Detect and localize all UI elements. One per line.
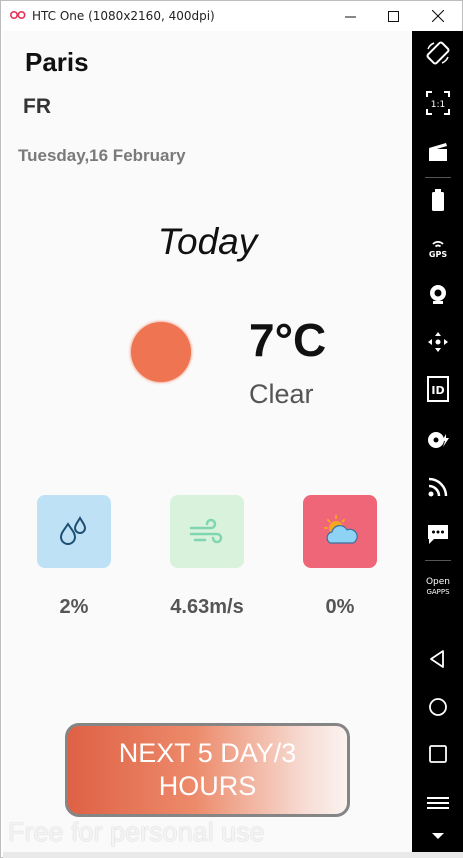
temperature: 7°C [249,314,327,366]
window-bottom-edge [3,852,463,858]
cloudiness-value: 0% [325,596,355,618]
wind-speed-value: 4.63m/s [170,596,244,618]
phone-screen: Paris FR Tuesday,16 February Today 7°C C… [3,31,412,852]
watermark: Free for personal use [8,817,265,847]
wind-icon [189,518,223,543]
city-name: Paris [25,47,89,77]
emulator-window: HTC One (1080x2160, 400dpi) Paris FR Tue… [0,0,463,858]
one-to-one-icon: 1:1 [425,91,450,115]
disk-io-button[interactable] [412,423,463,457]
recents-button[interactable] [412,737,463,771]
current-date: Tuesday,16 February [18,146,186,165]
close-button[interactable] [415,1,461,31]
menu-icon [426,797,449,809]
remote-control-button[interactable] [412,325,463,359]
gps-icon: GPS [428,241,447,259]
disk-icon [427,432,449,448]
rotate-icon [426,41,449,65]
battery-icon [431,189,444,211]
next-5-day-button[interactable]: NEXT 5 DAY/3 HOURS [65,723,350,817]
toolbar-scroll-down[interactable] [412,821,463,851]
recents-icon [428,745,447,763]
svg-text:Open: Open [425,577,449,587]
scroll-down-icon [431,833,444,839]
title-bar[interactable]: HTC One (1080x2160, 400dpi) [1,1,462,31]
close-icon [432,10,444,22]
sms-button[interactable] [412,517,463,551]
clapperboard-icon [428,143,447,161]
webcam-button[interactable] [412,277,463,311]
wind-tile [170,495,244,568]
window-title: HTC One (1080x2160, 400dpi) [32,9,215,23]
home-button[interactable] [412,690,463,724]
cast-button[interactable] [412,470,463,504]
toolbar-divider [425,177,451,178]
rotate-button[interactable] [412,36,463,70]
sun-cloud-icon [324,514,358,544]
humidity-tile [37,495,111,568]
back-button[interactable] [412,642,463,676]
humidity-value: 2% [59,596,89,618]
country-code: FR [23,95,51,118]
sun-icon [131,322,191,382]
day-label: Today [157,221,258,262]
clouds-tile [303,495,377,568]
svg-text:GAPPS: GAPPS [426,588,450,596]
sms-icon [427,525,448,544]
maximize-button[interactable] [370,1,416,31]
webcam-icon [429,285,446,304]
minimize-button[interactable] [327,1,373,31]
svg-text:GPS: GPS [428,250,446,259]
back-icon [429,650,444,668]
home-icon [428,698,447,716]
pixel-perfect-button[interactable]: 1:1 [412,86,463,120]
svg-text:ID: ID [431,384,444,397]
maximize-icon [387,10,399,22]
weather-condition: Clear [249,379,314,409]
menu-button[interactable] [412,786,463,820]
minimize-icon [344,16,356,17]
next-5-day-label: NEXT 5 DAY/3 HOURS [118,738,297,801]
svg-text:1:1: 1:1 [430,100,444,110]
open-gapps-button[interactable]: Open GAPPS [412,569,463,603]
identity-icon: ID [426,376,449,402]
battery-button[interactable] [412,183,463,217]
toolbar-divider [425,560,451,561]
genymotion-icon [10,10,26,20]
capture-button[interactable] [412,134,463,168]
device-id-button[interactable]: ID [412,372,463,406]
cast-icon [428,477,447,497]
open-gapps-icon: Open GAPPS [425,577,450,596]
emulator-toolbar: 1:1 GPS ID Open GAPPS [412,31,463,852]
move-icon [427,332,448,352]
gps-button[interactable]: GPS [412,231,463,265]
water-drops-icon [59,515,87,545]
